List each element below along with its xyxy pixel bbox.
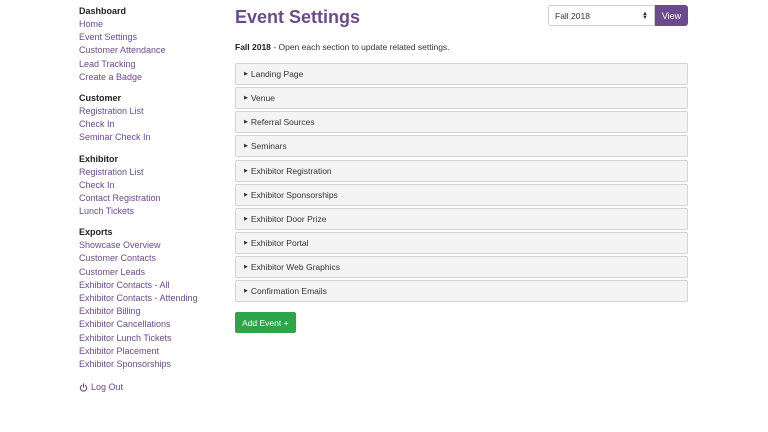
caret-right-icon: ▶ xyxy=(244,119,248,126)
sidebar-item-exhibitor-sponsorships[interactable]: Exhibitor Sponsorships xyxy=(79,358,219,371)
caret-right-icon: ▶ xyxy=(244,71,248,77)
section-venue[interactable]: ▶ Venue xyxy=(235,87,688,110)
sidebar-item-create-badge[interactable]: Create a Badge xyxy=(79,71,219,84)
caret-right-icon: ▶ xyxy=(244,143,248,150)
nav-heading: Exports xyxy=(79,227,113,238)
logout-label: Log Out xyxy=(91,382,124,392)
sidebar-item-exhibitor-cancellations[interactable]: Exhibitor Cancellations xyxy=(79,318,219,331)
settings-sections: ▶ Landing Page ▶ Venue ▶ Referral Sources ▶… xyxy=(235,63,688,303)
caret-right-icon: ▶ xyxy=(244,264,248,271)
main-content: Event Settings Fall 2018 ▲ ▼ View Fall 20… xyxy=(235,5,688,334)
section-label: Confirmation Emails xyxy=(250,286,327,297)
caret-right-icon: ▶ xyxy=(244,288,248,295)
subtitle-event-name: Fall 2018 xyxy=(235,42,271,52)
section-label: Exhibitor Portal xyxy=(250,237,309,248)
add-event-button[interactable]: Add Event + xyxy=(235,312,296,334)
nav-group-dashboard: Dashboard Home Event Settings Customer A… xyxy=(79,5,219,84)
logout-link[interactable]: Log Out xyxy=(79,382,123,392)
section-label: Exhibitor Web Graphics xyxy=(250,262,340,273)
select-arrows-icon: ▲ ▼ xyxy=(642,10,648,21)
sidebar-item-customer-contacts[interactable]: Customer Contacts xyxy=(79,252,219,265)
sidebar-item-showcase-overview[interactable]: Showcase Overview xyxy=(79,239,219,252)
section-landing-page[interactable]: ▶ Landing Page xyxy=(235,63,688,85)
caret-right-icon: ▶ xyxy=(244,95,248,102)
section-exhibitor-registration[interactable]: ▶ Exhibitor Registration xyxy=(235,159,688,182)
sidebar-item-lead-tracking[interactable]: Lead Tracking xyxy=(79,58,219,71)
view-button[interactable]: View xyxy=(655,5,688,26)
section-seminars[interactable]: ▶ Seminars xyxy=(235,135,688,158)
event-select-value: Fall 2018 xyxy=(555,10,590,21)
page-subtitle: Fall 2018 - Open each section to update … xyxy=(235,41,688,53)
section-label: Landing Page xyxy=(250,69,304,79)
caret-right-icon: ▶ xyxy=(244,191,248,198)
sidebar-item-exhibitor-billing[interactable]: Exhibitor Billing xyxy=(79,305,219,318)
section-label: Exhibitor Registration xyxy=(250,165,332,176)
sidebar-item-exhibitor-check-in[interactable]: Check In xyxy=(79,179,219,192)
section-exhibitor-portal[interactable]: ▶ Exhibitor Portal xyxy=(235,231,688,254)
caret-right-icon: ▶ xyxy=(244,215,248,222)
sidebar-item-customer-attendance[interactable]: Customer Attendance xyxy=(79,44,219,57)
power-icon xyxy=(79,382,88,392)
subtitle-text: - Open each section to update related se… xyxy=(270,42,450,52)
sidebar-item-customer-leads[interactable]: Customer Leads xyxy=(79,266,219,279)
section-exhibitor-door-prize[interactable]: ▶ Exhibitor Door Prize xyxy=(235,207,688,230)
section-exhibitor-web-graphics[interactable]: ▶ Exhibitor Web Graphics xyxy=(235,256,688,279)
sidebar-nav: Dashboard Home Event Settings Customer A… xyxy=(79,5,219,379)
sidebar-item-exhibitor-contacts-all[interactable]: Exhibitor Contacts - All xyxy=(79,279,219,292)
caret-right-icon: ▶ xyxy=(244,167,248,174)
section-label: Venue xyxy=(250,93,275,104)
nav-heading: Exhibitor xyxy=(79,153,119,164)
section-label: Exhibitor Door Prize xyxy=(250,213,327,224)
sidebar-item-customer-registration-list[interactable]: Registration List xyxy=(79,105,219,118)
nav-heading: Dashboard xyxy=(79,6,127,16)
section-label: Referral Sources xyxy=(250,117,315,128)
section-referral-sources[interactable]: ▶ Referral Sources xyxy=(235,111,688,134)
sidebar-item-event-settings[interactable]: Event Settings xyxy=(79,31,219,44)
sidebar-item-customer-check-in[interactable]: Check In xyxy=(79,118,219,131)
sidebar-item-lunch-tickets[interactable]: Lunch Tickets xyxy=(79,205,219,218)
nav-group-exports: Exports Showcase Overview Customer Conta… xyxy=(79,226,219,371)
sidebar-item-exhibitor-contacts-attending[interactable]: Exhibitor Contacts - Attending xyxy=(79,292,219,305)
nav-heading: Customer xyxy=(79,92,122,103)
section-label: Seminars xyxy=(250,141,287,152)
event-picker: Fall 2018 ▲ ▼ View xyxy=(548,5,688,26)
event-select[interactable]: Fall 2018 ▲ ▼ xyxy=(548,5,655,26)
nav-group-exhibitor: Exhibitor Registration List Check In Con… xyxy=(79,153,219,219)
sidebar-item-home[interactable]: Home xyxy=(79,18,219,31)
caret-right-icon: ▶ xyxy=(244,239,248,246)
section-label: Exhibitor Sponsorships xyxy=(250,189,338,200)
sidebar-item-exhibitor-lunch-tickets[interactable]: Exhibitor Lunch Tickets xyxy=(79,332,219,345)
sidebar-item-seminar-check-in[interactable]: Seminar Check In xyxy=(79,131,219,144)
nav-group-customer: Customer Registration List Check In Semi… xyxy=(79,92,219,145)
sidebar-item-contact-registration[interactable]: Contact Registration xyxy=(79,192,219,205)
sidebar-item-exhibitor-registration-list[interactable]: Registration List xyxy=(79,166,219,179)
section-exhibitor-sponsorships[interactable]: ▶ Exhibitor Sponsorships xyxy=(235,183,688,206)
section-confirmation-emails[interactable]: ▶ Confirmation Emails xyxy=(235,280,688,303)
sidebar-item-exhibitor-placement[interactable]: Exhibitor Placement xyxy=(79,345,219,358)
